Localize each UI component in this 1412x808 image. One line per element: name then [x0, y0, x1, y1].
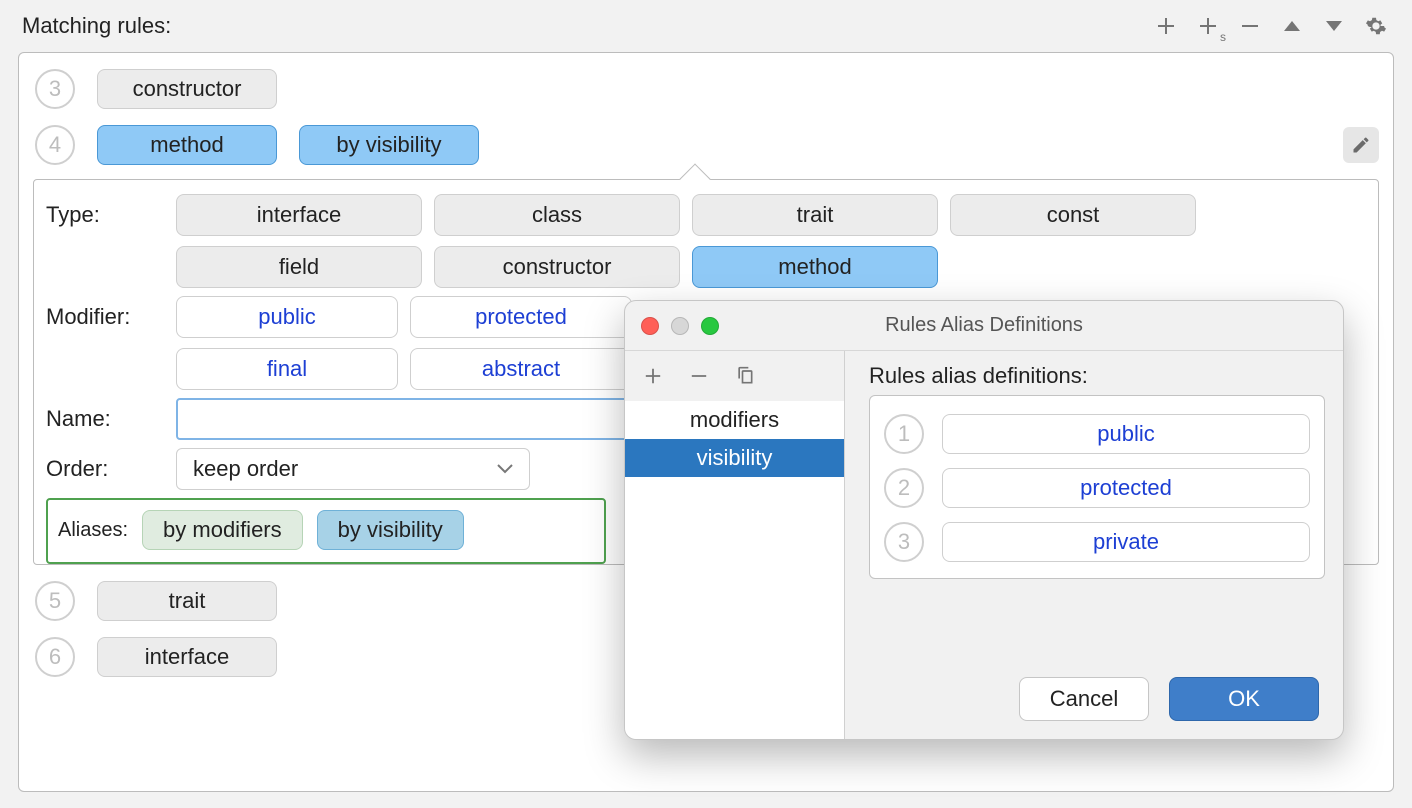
cancel-button[interactable]: Cancel — [1019, 677, 1149, 721]
ok-button[interactable]: OK — [1169, 677, 1319, 721]
dialog-titlebar: Rules Alias Definitions — [625, 301, 1343, 351]
definitions-box: 1 public 2 protected 3 private — [869, 395, 1325, 579]
move-down-icon[interactable] — [1320, 12, 1348, 40]
window-controls — [641, 317, 719, 335]
name-label: Name: — [46, 398, 176, 432]
definition-number: 3 — [884, 522, 924, 562]
toolbar: s — [1152, 12, 1390, 40]
definition-chip[interactable]: protected — [942, 468, 1310, 508]
alias-chip[interactable]: by modifiers — [142, 510, 303, 550]
remove-icon[interactable] — [1236, 12, 1264, 40]
definition-row: 2 protected — [884, 468, 1310, 508]
modifier-label: Modifier: — [46, 296, 176, 330]
aliases-box: Aliases: by modifiers by visibility — [46, 498, 606, 564]
zoom-icon[interactable] — [701, 317, 719, 335]
rule-row-selected[interactable]: 4 method by visibility — [33, 119, 1379, 175]
alias-list: modifiers visibility — [625, 401, 844, 739]
edit-icon[interactable] — [1343, 127, 1379, 163]
minimize-icon[interactable] — [671, 317, 689, 335]
definition-number: 1 — [884, 414, 924, 454]
rule-chip[interactable]: trait — [97, 581, 277, 621]
definition-row: 3 private — [884, 522, 1310, 562]
close-icon[interactable] — [641, 317, 659, 335]
definition-row: 1 public — [884, 414, 1310, 454]
definition-chip[interactable]: public — [942, 414, 1310, 454]
rule-number: 3 — [35, 69, 75, 109]
modifier-options: public protected final abstract — [176, 296, 656, 390]
alias-chip[interactable]: by visibility — [317, 510, 464, 550]
modifier-option-abstract[interactable]: abstract — [410, 348, 632, 390]
header: Matching rules: s — [0, 0, 1412, 48]
type-option-interface[interactable]: interface — [176, 194, 422, 236]
rule-chip[interactable]: method — [97, 125, 277, 165]
remove-icon[interactable] — [685, 362, 713, 390]
alias-dialog: Rules Alias Definitions modifiers visibi… — [624, 300, 1344, 740]
dialog-title: Rules Alias Definitions — [885, 314, 1083, 337]
type-option-constructor[interactable]: constructor — [434, 246, 680, 288]
type-option-trait[interactable]: trait — [692, 194, 938, 236]
rule-chip[interactable]: by visibility — [299, 125, 479, 165]
move-up-icon[interactable] — [1278, 12, 1306, 40]
dialog-subheading: Rules alias definitions: — [869, 363, 1325, 389]
gear-icon[interactable] — [1362, 12, 1390, 40]
order-value: keep order — [193, 456, 298, 482]
rule-number: 6 — [35, 637, 75, 677]
type-options: interface class trait const field constr… — [176, 194, 1226, 288]
alias-list-item[interactable]: modifiers — [625, 401, 844, 439]
dialog-buttons: Cancel OK — [869, 661, 1325, 739]
order-label: Order: — [46, 448, 176, 482]
type-option-const[interactable]: const — [950, 194, 1196, 236]
alias-list-item[interactable]: visibility — [625, 439, 844, 477]
modifier-option-final[interactable]: final — [176, 348, 398, 390]
rule-chip[interactable]: interface — [97, 637, 277, 677]
definition-chip[interactable]: private — [942, 522, 1310, 562]
rule-number: 5 — [35, 581, 75, 621]
page-title: Matching rules: — [22, 13, 171, 39]
dialog-left-toolbar — [625, 351, 844, 401]
dialog-right-panel: Rules alias definitions: 1 public 2 prot… — [845, 351, 1343, 739]
rule-row[interactable]: 3 constructor — [33, 63, 1379, 119]
type-option-method[interactable]: method — [692, 246, 938, 288]
type-label: Type: — [46, 194, 176, 228]
chevron-down-icon — [497, 464, 513, 474]
type-option-field[interactable]: field — [176, 246, 422, 288]
aliases-label: Aliases: — [58, 519, 128, 542]
order-select[interactable]: keep order — [176, 448, 530, 490]
rule-chip[interactable]: constructor — [97, 69, 277, 109]
type-option-class[interactable]: class — [434, 194, 680, 236]
add-icon[interactable] — [1152, 12, 1180, 40]
dialog-left-panel: modifiers visibility — [625, 351, 845, 739]
modifier-option-public[interactable]: public — [176, 296, 398, 338]
definition-number: 2 — [884, 468, 924, 508]
modifier-option-protected[interactable]: protected — [410, 296, 632, 338]
copy-icon[interactable] — [731, 362, 759, 390]
add-section-icon[interactable]: s — [1194, 12, 1222, 40]
rule-number: 4 — [35, 125, 75, 165]
add-icon[interactable] — [639, 362, 667, 390]
